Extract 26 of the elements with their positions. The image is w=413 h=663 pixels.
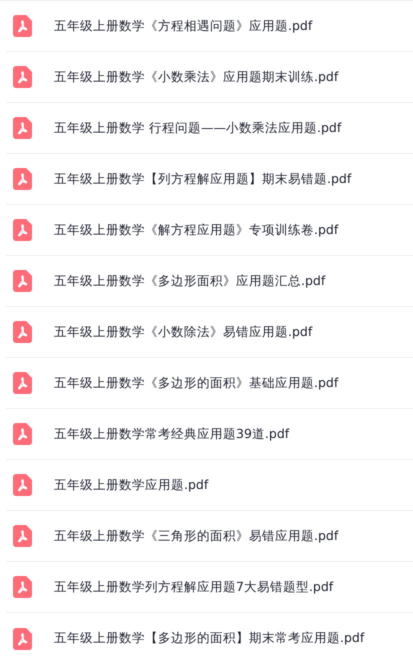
pdf-file-icon: [13, 423, 32, 445]
file-name[interactable]: 五年级上册数学《多边形的面积》基础应用题.pdf: [54, 374, 338, 392]
pdf-file-icon: [13, 474, 32, 496]
file-name[interactable]: 五年级上册数学《小数乘法》应用题期末训练.pdf: [54, 68, 338, 86]
file-name[interactable]: 五年级上册数学【列方程解应用题】期末易错题.pdf: [54, 170, 352, 188]
pdf-file-icon: [13, 66, 32, 88]
file-name[interactable]: 五年级上册数学《多边形面积》应用题汇总.pdf: [54, 272, 326, 290]
file-name[interactable]: 五年级上册数学《方程相遇问题》应用题.pdf: [54, 18, 312, 34]
file-name[interactable]: 五年级上册数学应用题.pdf: [54, 476, 208, 494]
pdf-file-icon: [13, 117, 32, 139]
file-name[interactable]: 五年级上册数学《解方程应用题》专项训练卷.pdf: [54, 222, 338, 238]
file-name[interactable]: 五年级上册数学《小数除法》易错应用题.pdf: [54, 324, 312, 340]
file-name[interactable]: 五年级上册数学 行程问题——小数乘法应用题.pdf: [54, 120, 342, 136]
pdf-file-icon: [13, 270, 32, 292]
pdf-file-icon: [13, 525, 32, 547]
pdf-file-icon: [13, 372, 32, 394]
pdf-file-icon: [13, 576, 32, 598]
file-name[interactable]: 五年级上册数学常考经典应用题39道.pdf: [54, 426, 290, 442]
pdf-file-icon: [13, 219, 32, 241]
pdf-file-icon: [13, 628, 32, 650]
file-name[interactable]: 五年级上册数学【多边形的面积】期末常考应用题.pdf: [54, 630, 364, 647]
file-name[interactable]: 五年级上册数学《三角形的面积》易错应用题.pdf: [54, 528, 338, 544]
pdf-file-icon: [13, 15, 32, 37]
pdf-file-icon: [13, 321, 32, 343]
file-name[interactable]: 五年级上册数学列方程解应用题7大易错题型.pdf: [54, 578, 334, 596]
pdf-file-icon: [13, 168, 32, 190]
